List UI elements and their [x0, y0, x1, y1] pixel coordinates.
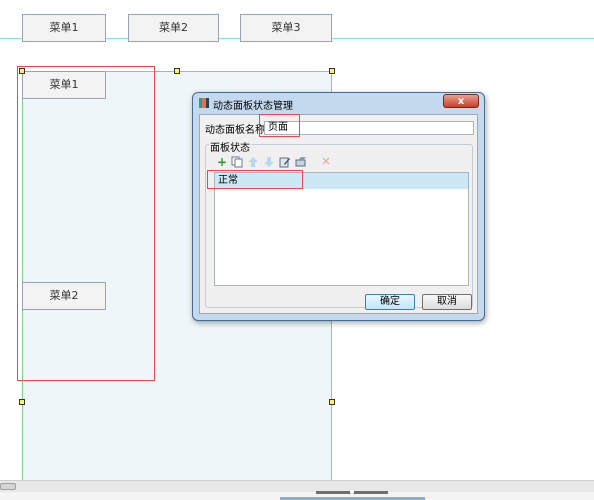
duplicate-icon[interactable]	[231, 156, 243, 168]
resize-handle-top-left[interactable]	[19, 68, 25, 74]
dialog-title: 动态面板状态管理	[213, 101, 293, 112]
highlight-box-state-item	[207, 170, 303, 189]
highlight-box-panel-area	[17, 66, 155, 381]
app-icon	[199, 98, 209, 108]
highlight-box-name-input	[259, 114, 300, 137]
resize-handle-top-center[interactable]	[174, 68, 180, 74]
add-icon[interactable]: +	[216, 156, 228, 168]
edit-icon[interactable]	[279, 156, 291, 168]
scrollbar-thumb[interactable]	[0, 483, 16, 490]
menu-button-1[interactable]: 菜单1	[22, 14, 106, 42]
resize-handle-top-right[interactable]	[329, 68, 335, 74]
panel-states-list: 正常	[214, 172, 469, 286]
resize-handle-middle-left[interactable]	[19, 399, 25, 405]
horizontal-scrollbar[interactable]	[0, 480, 594, 492]
panel-states-group: 面板状态 + ✕ 正常	[205, 139, 473, 308]
move-up-icon[interactable]	[247, 156, 259, 168]
splitter-grip-icon	[350, 490, 354, 494]
panel-states-label: 面板状态	[209, 139, 251, 154]
move-down-icon[interactable]	[263, 156, 275, 168]
menu-button-3[interactable]: 菜单3	[240, 14, 332, 42]
resize-handle-middle-right[interactable]	[329, 399, 335, 405]
delete-icon[interactable]: ✕	[320, 156, 332, 168]
menu-button-2[interactable]: 菜单2	[128, 14, 219, 42]
close-button[interactable]: x	[443, 94, 479, 108]
ok-button[interactable]: 确定	[365, 294, 415, 310]
edit-all-icon[interactable]	[295, 156, 307, 168]
dialog-body: 动态面板名称: 页面 面板状态 + ✕ 正常	[199, 114, 478, 314]
panel-state-manager-dialog: 动态面板状态管理 x 动态面板名称: 页面 面板状态 + ✕ 正常 确定 取消	[192, 92, 485, 321]
cancel-button[interactable]: 取消	[422, 294, 472, 310]
